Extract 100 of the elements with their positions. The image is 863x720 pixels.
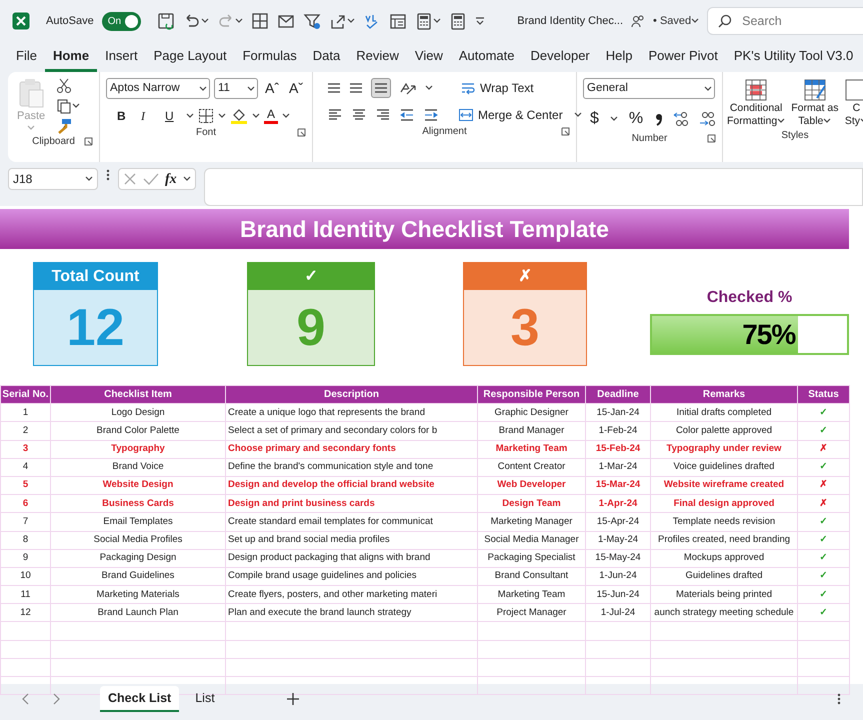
ribbon-tab[interactable]: View <box>406 40 451 72</box>
ribbon-tab[interactable]: Automate <box>450 40 522 72</box>
ribbon-tab[interactable]: File <box>8 40 45 72</box>
table-cell: Plan and execute the brand launch strategy <box>226 604 478 622</box>
ribbon-tab[interactable]: Review <box>348 40 407 72</box>
table-cell: Template needs revision <box>650 512 798 531</box>
cell-styles-button[interactable]: C Sty <box>844 78 863 128</box>
table-cell: Materials being printed <box>650 586 798 604</box>
add-sheet-icon[interactable] <box>286 693 299 705</box>
ribbon-tab[interactable]: Data <box>304 40 348 72</box>
insert-function-button[interactable]: fx <box>165 168 177 190</box>
underline-button[interactable]: U <box>162 107 182 125</box>
column-header: Serial No. <box>0 386 50 404</box>
ribbon-tab[interactable]: Help <box>598 40 641 72</box>
formula-input[interactable] <box>204 168 863 206</box>
table-cell: 15-Jun-24 <box>586 586 650 604</box>
next-sheet-icon[interactable] <box>52 693 60 705</box>
font-name-dropdown[interactable]: Aptos Narrow <box>106 78 210 99</box>
table-cell: 7 <box>0 512 50 531</box>
table-cell: 15-Apr-24 <box>586 512 650 531</box>
ribbon-tab[interactable]: Power Pivot <box>640 40 726 72</box>
dialog-launcher-icon[interactable] <box>297 128 306 137</box>
table-cell: Initial drafts completed <box>650 404 798 422</box>
ribbon-tab[interactable]: Insert <box>97 40 146 72</box>
autosave-toggle[interactable]: On <box>102 12 142 30</box>
comma-style-icon[interactable] <box>654 111 664 127</box>
italic-button[interactable]: I <box>138 107 158 125</box>
table-cell: Create standard email templates for communicat <box>226 512 478 531</box>
search-field[interactable]: Search <box>707 7 863 35</box>
wrap-text-button[interactable]: Wrap Text <box>457 79 537 97</box>
table-cell: Business Cards <box>50 494 226 513</box>
table-cell: Typography under review <box>650 440 798 458</box>
format-as-table-button[interactable]: Format as Table <box>791 78 838 128</box>
brush-icon[interactable] <box>56 118 72 134</box>
align-middle-icon[interactable] <box>349 83 363 93</box>
table-cell: Marketing Manager <box>478 512 586 531</box>
table-cell: Marketing Team <box>478 586 586 604</box>
spreadsheet-logo-icon[interactable] <box>12 12 30 30</box>
table-cell: 1-Mar-24 <box>586 458 650 476</box>
people-icon[interactable] <box>631 14 646 28</box>
table-cell: Design and print business cards <box>226 494 478 513</box>
format-table-icon <box>802 78 827 102</box>
save-icon[interactable] <box>157 12 176 30</box>
orientation-icon[interactable] <box>399 80 417 96</box>
dialog-launcher-icon[interactable] <box>707 134 716 143</box>
more-options-icon[interactable] <box>106 168 110 182</box>
percent-button[interactable]: % <box>626 107 646 131</box>
table-cell: Set up and brand social media profiles <box>226 531 478 550</box>
font-color-button[interactable]: A <box>264 108 278 124</box>
sheet-tab[interactable]: List <box>187 686 223 712</box>
decrease-font-button[interactable]: Aˇ <box>286 78 306 99</box>
ribbon-tab[interactable]: Developer <box>522 40 598 72</box>
ribbon-tab[interactable]: Page Layout <box>146 40 235 72</box>
column-header: Responsible Person <box>478 386 586 404</box>
table-cell: Web Developer <box>478 476 586 495</box>
table-cell: Brand Color Palette <box>50 422 226 440</box>
dialog-launcher-icon[interactable] <box>561 127 570 136</box>
fill-color-icon[interactable] <box>230 107 248 125</box>
number-format-dropdown[interactable]: General <box>583 78 715 99</box>
column-header: Deadline <box>586 386 650 404</box>
increase-decimal-icon[interactable] <box>672 110 690 128</box>
save-status[interactable]: • Saved <box>653 12 700 30</box>
sheet-tab[interactable]: Check List <box>100 686 180 712</box>
ribbon-tab[interactable]: Formulas <box>234 40 305 72</box>
align-top-icon[interactable] <box>327 83 341 93</box>
previous-sheet-icon[interactable] <box>22 693 30 705</box>
filter-icon[interactable] <box>303 12 322 30</box>
calculator-icon[interactable] <box>449 12 468 30</box>
table-cell: 8 <box>0 531 50 550</box>
copy-icon[interactable] <box>56 98 72 114</box>
table-cell: 1-Jun-24 <box>586 567 650 586</box>
conditional-formatting-button[interactable]: Conditional Formatting <box>727 78 786 128</box>
search-input[interactable]: Search <box>740 10 860 32</box>
more-options-icon[interactable] <box>837 692 841 706</box>
group-label: Clipboard <box>32 135 75 149</box>
form-icon[interactable] <box>389 12 408 30</box>
font-size-dropdown[interactable]: 11 <box>214 78 258 99</box>
ribbon-tab[interactable]: PK's Utility Tool V3.0 <box>726 40 862 72</box>
dialog-launcher-icon[interactable] <box>84 137 93 146</box>
scissors-icon[interactable] <box>56 78 72 94</box>
calculator-icon[interactable] <box>415 12 434 30</box>
name-box[interactable]: J18 <box>8 168 98 190</box>
decrease-decimal-icon[interactable] <box>698 110 716 128</box>
table-grid-icon[interactable] <box>251 12 270 30</box>
search-icon <box>718 14 732 28</box>
table-cell: 1-Jul-24 <box>586 604 650 622</box>
merge-center-button[interactable]: Merge & Center <box>455 106 566 124</box>
table-cell: Brand Consultant <box>478 567 586 586</box>
table-cell: 15-May-24 <box>586 549 650 568</box>
conditional-formatting-icon <box>744 78 768 102</box>
align-bottom-button[interactable] <box>371 78 391 98</box>
bold-button[interactable]: B <box>114 107 134 125</box>
status-cell: ✗ <box>798 440 850 458</box>
increase-indent-icon[interactable] <box>423 107 439 123</box>
currency-button[interactable]: $ <box>587 107 602 131</box>
decrease-indent-icon[interactable] <box>399 107 415 123</box>
increase-font-button[interactable]: Aˆ <box>262 78 282 99</box>
table-cell: Profiles created, need branding <box>650 531 798 550</box>
customize-caret-icon[interactable] <box>475 17 486 25</box>
borders-icon[interactable] <box>198 108 214 124</box>
